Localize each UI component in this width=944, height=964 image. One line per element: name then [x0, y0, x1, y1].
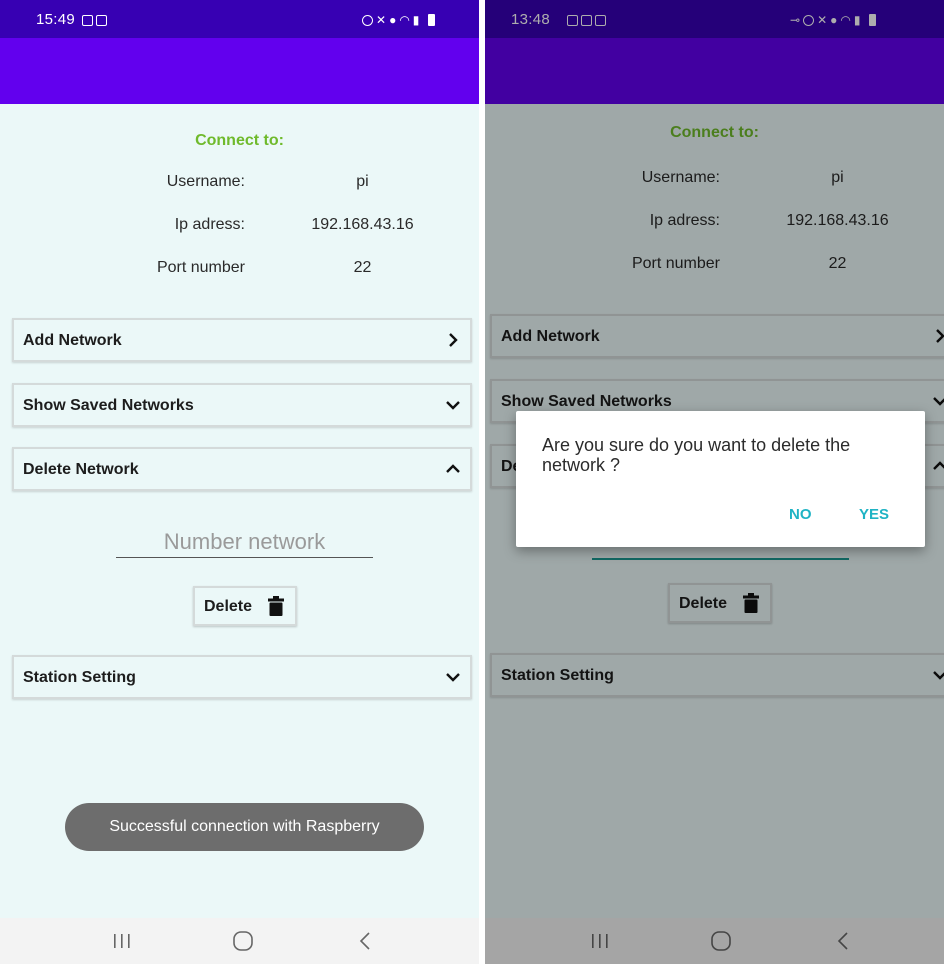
number-network-field[interactable] — [116, 527, 373, 558]
port-label: Port number — [156, 259, 245, 276]
delete-network-section[interactable]: Delete Network — [12, 447, 472, 491]
wifi-icon: ◠ — [399, 13, 410, 27]
dialog-message: Are you sure do you want to delete the n… — [542, 435, 851, 475]
delete-button[interactable]: Delete — [193, 586, 297, 626]
phone-screen-right: 13:48 ⊸ ✕ ● ◠ ▮ Connect to: Username: pi… — [485, 0, 944, 964]
battery-icon — [428, 14, 436, 26]
status-bar: 15:49 ✕ ● ◠ ▮ — [0, 0, 479, 38]
username-value: pi — [356, 173, 369, 190]
home-icon[interactable] — [231, 930, 255, 952]
mute-icon: ✕ — [376, 13, 387, 27]
main-content: Connect to: Username: pi Ip adress: 192.… — [0, 104, 479, 918]
app-bar — [0, 38, 479, 104]
chevron-up-icon — [446, 464, 460, 473]
alarm-icon — [362, 14, 373, 26]
toast-message: Successful connection with Raspberry — [65, 803, 424, 851]
back-icon[interactable] — [354, 930, 378, 952]
delete-button-label: Delete — [204, 598, 253, 615]
connect-to-heading: Connect to: — [195, 132, 284, 149]
dialog-yes-button[interactable]: YES — [859, 506, 889, 523]
port-value: 22 — [353, 259, 372, 276]
ip-value: 192.168.43.16 — [311, 216, 414, 233]
gallery-icon — [82, 14, 93, 26]
add-network-section[interactable]: Add Network — [12, 318, 472, 362]
dialog-no-button[interactable]: NO — [789, 506, 812, 523]
delete-network-title: Delete Network — [23, 461, 139, 478]
recent-apps-icon[interactable] — [110, 930, 134, 952]
signal-icon: ▮ — [412, 13, 420, 27]
number-network-input[interactable] — [116, 527, 373, 557]
ip-label: Ip adress: — [174, 216, 245, 233]
message-icon — [96, 14, 107, 26]
confirm-delete-dialog: Are you sure do you want to delete the n… — [516, 411, 925, 547]
username-label: Username: — [166, 173, 245, 190]
chevron-down-icon — [446, 673, 460, 682]
station-setting-section[interactable]: Station Setting — [12, 655, 472, 699]
station-setting-title: Station Setting — [23, 669, 136, 686]
show-saved-networks-section[interactable]: Show Saved Networks — [12, 383, 472, 427]
location-icon: ● — [389, 13, 397, 27]
chevron-right-icon — [449, 333, 458, 347]
add-network-title: Add Network — [23, 332, 122, 349]
show-saved-networks-title: Show Saved Networks — [23, 397, 194, 414]
phone-screen-left: 15:49 ✕ ● ◠ ▮ Connect to: Username: pi I… — [0, 0, 479, 964]
chevron-down-icon — [446, 401, 460, 410]
trash-icon — [268, 596, 284, 616]
status-time: 15:49 — [36, 11, 76, 28]
navigation-bar — [0, 918, 479, 964]
